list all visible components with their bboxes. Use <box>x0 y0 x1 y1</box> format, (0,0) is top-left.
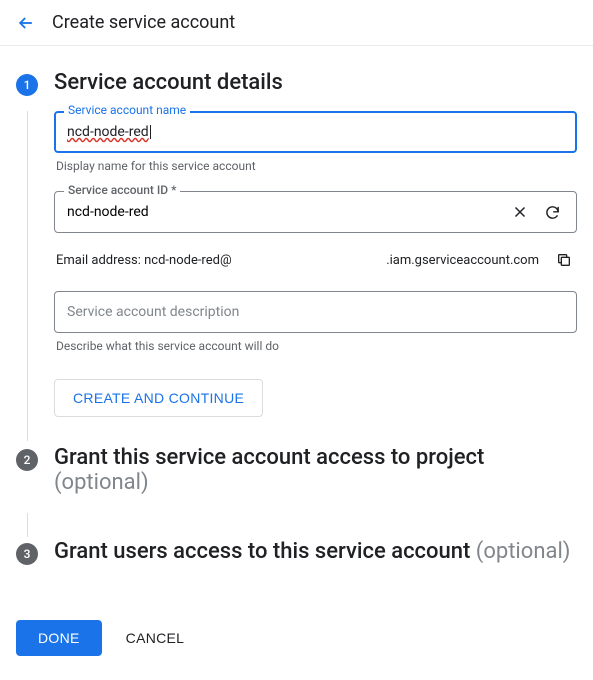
id-field-label: Service account ID * <box>64 183 180 197</box>
service-account-id-input[interactable] <box>67 192 504 232</box>
step-3-indicator[interactable]: 3 <box>16 543 38 565</box>
refresh-icon[interactable] <box>536 196 568 228</box>
copy-icon[interactable] <box>551 247 577 273</box>
service-account-description-input[interactable] <box>54 291 577 333</box>
name-field-helper: Display name for this service account <box>56 159 577 173</box>
email-prefix: Email address: ncd-node-red@ <box>56 253 232 268</box>
step-2-title: Grant this service account access to pro… <box>54 445 577 495</box>
description-field-helper: Describe what this service account will … <box>56 339 577 353</box>
cancel-button[interactable]: CANCEL <box>126 630 185 646</box>
service-account-name-input[interactable]: ncd-node-red <box>54 111 577 153</box>
name-field-label: Service account name <box>64 103 190 117</box>
create-and-continue-button[interactable]: CREATE AND CONTINUE <box>54 379 263 417</box>
done-button[interactable]: DONE <box>16 620 102 656</box>
step-1-indicator: 1 <box>16 74 38 96</box>
email-suffix: .iam.gserviceaccount.com <box>386 253 539 268</box>
clear-icon[interactable] <box>504 196 536 228</box>
page-title: Create service account <box>52 12 235 33</box>
back-arrow-icon[interactable] <box>16 13 36 33</box>
step-2-indicator[interactable]: 2 <box>16 449 38 471</box>
step-1-title: Service account details <box>54 70 577 95</box>
step-3-title: Grant users access to this service accou… <box>54 539 577 564</box>
name-input-value: ncd-node-red <box>67 124 149 140</box>
